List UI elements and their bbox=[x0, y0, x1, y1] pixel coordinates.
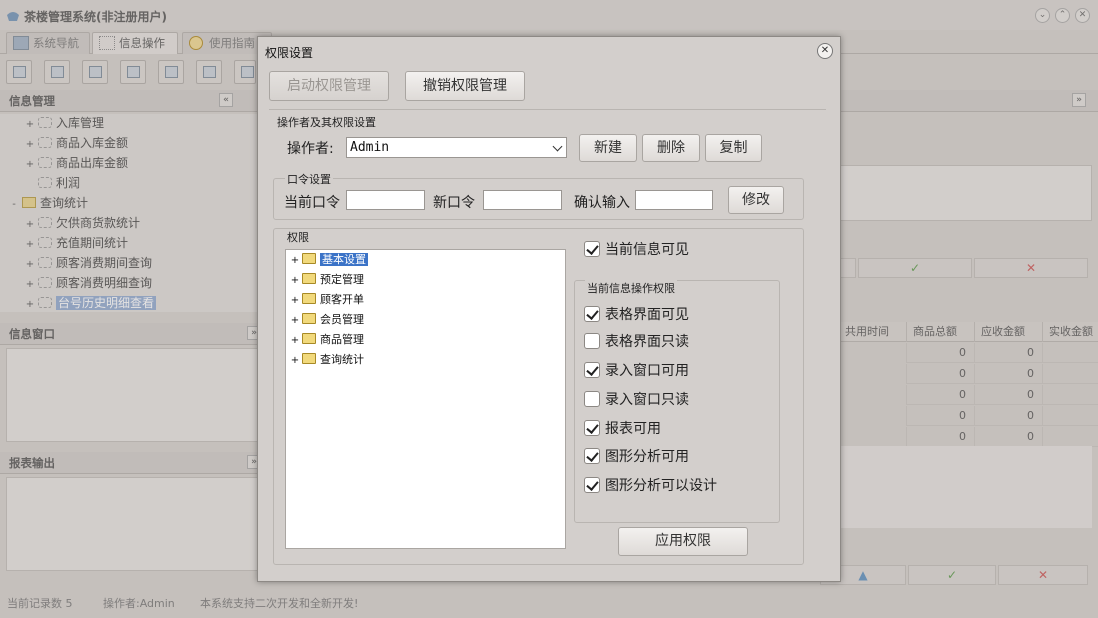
expand-plus-icon[interactable]: + bbox=[290, 311, 300, 331]
folder-icon bbox=[302, 333, 316, 344]
perm-tree-item[interactable]: + 会员管理 bbox=[290, 310, 364, 330]
perm-tree-label: 查询统计 bbox=[320, 353, 364, 366]
ops-checkbox-row[interactable]: 表格界面只读 bbox=[584, 331, 689, 353]
folder-icon bbox=[302, 253, 316, 264]
operator-label: 操作者: bbox=[287, 141, 334, 157]
checkbox[interactable] bbox=[584, 333, 600, 349]
perm-tree-label: 会员管理 bbox=[320, 313, 364, 326]
folder-icon bbox=[302, 293, 316, 304]
new-password-input[interactable] bbox=[483, 190, 562, 210]
copy-operator-button[interactable]: 复制 bbox=[705, 134, 762, 162]
checkbox[interactable] bbox=[584, 391, 600, 407]
perm-tree-label: 商品管理 bbox=[320, 333, 364, 346]
expand-plus-icon[interactable]: + bbox=[290, 331, 300, 351]
expand-plus-icon[interactable]: + bbox=[290, 291, 300, 311]
chevron-down-icon bbox=[552, 141, 563, 152]
ops-group-title: 当前信息操作权限 bbox=[585, 280, 677, 296]
ops-checkbox-label: 图形分析可用 bbox=[605, 449, 689, 465]
password-group-title: 口令设置 bbox=[285, 171, 333, 187]
dialog-title: 权限设置 bbox=[265, 46, 314, 60]
perm-tree-item[interactable]: + 预定管理 bbox=[290, 270, 364, 290]
ops-checkbox-label: 图形分析可以设计 bbox=[605, 478, 717, 494]
new-operator-button[interactable]: 新建 bbox=[579, 134, 637, 162]
perm-tree-label: 基本设置 bbox=[319, 252, 369, 267]
checkbox[interactable] bbox=[584, 306, 600, 322]
permission-tree[interactable]: + 基本设置 + 预定管理 + 顾客开单 + 会员管理 + 商品管理 + 查询统计 bbox=[285, 249, 566, 549]
checkbox[interactable] bbox=[584, 420, 600, 436]
current-password-input[interactable] bbox=[346, 190, 425, 210]
perm-tree-item[interactable]: + 基本设置 bbox=[290, 250, 369, 271]
separator bbox=[269, 109, 826, 110]
delete-operator-button[interactable]: 删除 bbox=[642, 134, 700, 162]
perm-tree-label: 顾客开单 bbox=[320, 293, 364, 306]
ops-checkbox-row[interactable]: 录入窗口只读 bbox=[584, 389, 689, 411]
permission-group-title: 权限 bbox=[285, 229, 311, 245]
perm-tree-item[interactable]: + 商品管理 bbox=[290, 330, 364, 350]
confirm-password-label: 确认输入 bbox=[574, 195, 630, 211]
checkbox[interactable] bbox=[584, 241, 600, 257]
confirm-password-input[interactable] bbox=[635, 190, 713, 210]
ops-checkbox-row[interactable]: 表格界面可见 bbox=[584, 304, 689, 326]
expand-plus-icon[interactable]: + bbox=[290, 271, 300, 291]
perm-tree-label: 预定管理 bbox=[320, 273, 364, 286]
permission-dialog: 权限设置 ✕ 启动权限管理 撤销权限管理 操作者及其权限设置 操作者: Admi… bbox=[257, 36, 841, 582]
operator-group-title: 操作者及其权限设置 bbox=[275, 114, 378, 130]
folder-icon bbox=[302, 273, 316, 284]
perm-tree-item[interactable]: + 顾客开单 bbox=[290, 290, 364, 310]
checkbox[interactable] bbox=[584, 362, 600, 378]
perm-tree-item[interactable]: + 查询统计 bbox=[290, 350, 364, 370]
folder-icon bbox=[302, 313, 316, 324]
ops-checkbox-label: 录入窗口只读 bbox=[605, 392, 689, 408]
ops-checkbox-row[interactable]: 图形分析可以设计 bbox=[584, 475, 717, 497]
expand-plus-icon[interactable]: + bbox=[290, 251, 300, 271]
folder-icon bbox=[302, 353, 316, 364]
new-password-label: 新口令 bbox=[433, 195, 475, 211]
checkbox[interactable] bbox=[584, 477, 600, 493]
ops-checkbox-row[interactable]: 图形分析可用 bbox=[584, 446, 689, 468]
ops-checkbox-label: 表格界面可见 bbox=[605, 307, 689, 323]
ops-checkbox-label: 录入窗口可用 bbox=[605, 363, 689, 379]
dialog-close-icon[interactable]: ✕ bbox=[817, 43, 833, 59]
ops-checkbox-label: 表格界面只读 bbox=[605, 334, 689, 350]
ops-checkbox-row[interactable]: 录入窗口可用 bbox=[584, 360, 689, 382]
checkbox[interactable] bbox=[584, 448, 600, 464]
operator-select[interactable]: Admin bbox=[346, 137, 567, 158]
modify-password-button[interactable]: 修改 bbox=[728, 186, 784, 214]
current-visible-checkbox-row[interactable]: 当前信息可见 bbox=[584, 239, 689, 261]
expand-plus-icon[interactable]: + bbox=[290, 351, 300, 371]
apply-permission-button[interactable]: 应用权限 bbox=[618, 527, 748, 556]
enable-permission-button[interactable]: 启动权限管理 bbox=[269, 71, 389, 101]
ops-checkbox-label: 报表可用 bbox=[605, 421, 661, 437]
ops-checkbox-row[interactable]: 报表可用 bbox=[584, 418, 661, 440]
revoke-permission-button[interactable]: 撤销权限管理 bbox=[405, 71, 525, 101]
current-password-label: 当前口令 bbox=[284, 195, 340, 211]
